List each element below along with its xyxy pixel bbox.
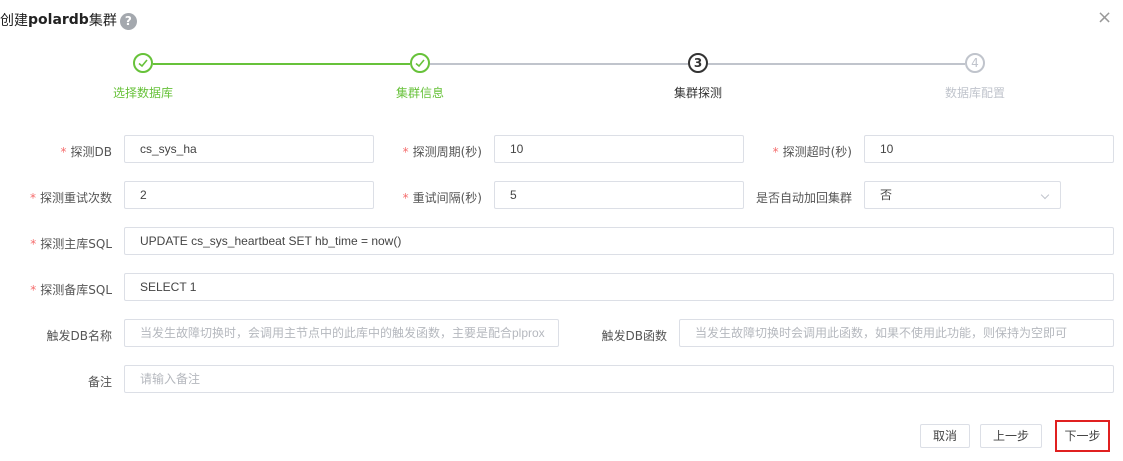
step-4-label: 数据库配置	[944, 86, 1006, 100]
help-icon[interactable]: ?	[119, 13, 137, 30]
probe-period-input[interactable]: 10	[494, 135, 744, 163]
step-3-label: 集群探测	[673, 86, 723, 100]
cancel-button[interactable]: 取消	[920, 424, 970, 448]
remark-label: 备注	[87, 375, 112, 389]
step-connector-1	[153, 63, 410, 65]
chevron-down-icon	[1040, 190, 1050, 200]
step-3-number: 3	[688, 53, 708, 73]
close-icon[interactable]: ×	[1097, 9, 1115, 27]
master-sql-label: * 探测主库SQL	[30, 237, 112, 251]
probe-period-label: * 探测周期(秒)	[402, 145, 482, 159]
trigger-db-func-input[interactable]: 当发生故障切换时会调用此函数，如果不使用此功能，则保持为空即可	[679, 319, 1114, 347]
trigger-db-name-label: 触发DB名称	[46, 329, 112, 343]
auto-rejoin-select[interactable]: 否	[864, 181, 1061, 209]
standby-sql-input[interactable]: SELECT 1	[124, 273, 1114, 301]
step-4-number: 4	[965, 53, 985, 73]
probe-db-label: * 探测DB	[60, 145, 112, 159]
remark-input[interactable]: 请输入备注	[124, 365, 1114, 393]
step-1-label: 选择数据库	[112, 86, 174, 100]
probe-timeout-label: * 探测超时(秒)	[772, 145, 852, 159]
prev-step-button[interactable]: 上一步	[980, 424, 1042, 448]
title-strong: polardb	[28, 12, 89, 28]
probe-timeout-input[interactable]: 10	[864, 135, 1114, 163]
probe-db-input[interactable]: cs_sys_ha	[124, 135, 374, 163]
trigger-db-func-label: 触发DB函数	[601, 329, 667, 343]
auto-rejoin-label: 是否自动加回集群	[755, 191, 852, 205]
step-1-check-icon	[133, 53, 153, 73]
next-step-button[interactable]: 下一步	[1058, 424, 1107, 448]
steps-bar: 3 4 选择数据库 集群信息 集群探测 数据库配置	[0, 52, 1123, 112]
step-2-label: 集群信息	[395, 86, 445, 100]
dialog-title: 创建 polardb 集群 ?	[0, 10, 137, 30]
step-connector-3	[708, 63, 965, 65]
title-suffix: 集群	[88, 13, 117, 29]
master-sql-input[interactable]: UPDATE cs_sys_heartbeat SET hb_time = no…	[124, 227, 1114, 255]
step-2-check-icon	[410, 53, 430, 73]
retry-interval-label: * 重试间隔(秒)	[402, 191, 482, 205]
probe-retries-input[interactable]: 2	[124, 181, 374, 209]
step-connector-2	[430, 63, 688, 65]
trigger-db-name-input[interactable]: 当发生故障切换时，会调用主节点中的此库中的触发函数，主要是配合plprox	[124, 319, 559, 347]
title-prefix: 创建	[0, 13, 28, 29]
standby-sql-label: * 探测备库SQL	[30, 283, 112, 297]
auto-rejoin-value: 否	[880, 188, 893, 202]
probe-retries-label: * 探测重试次数	[29, 191, 112, 205]
retry-interval-input[interactable]: 5	[494, 181, 744, 209]
